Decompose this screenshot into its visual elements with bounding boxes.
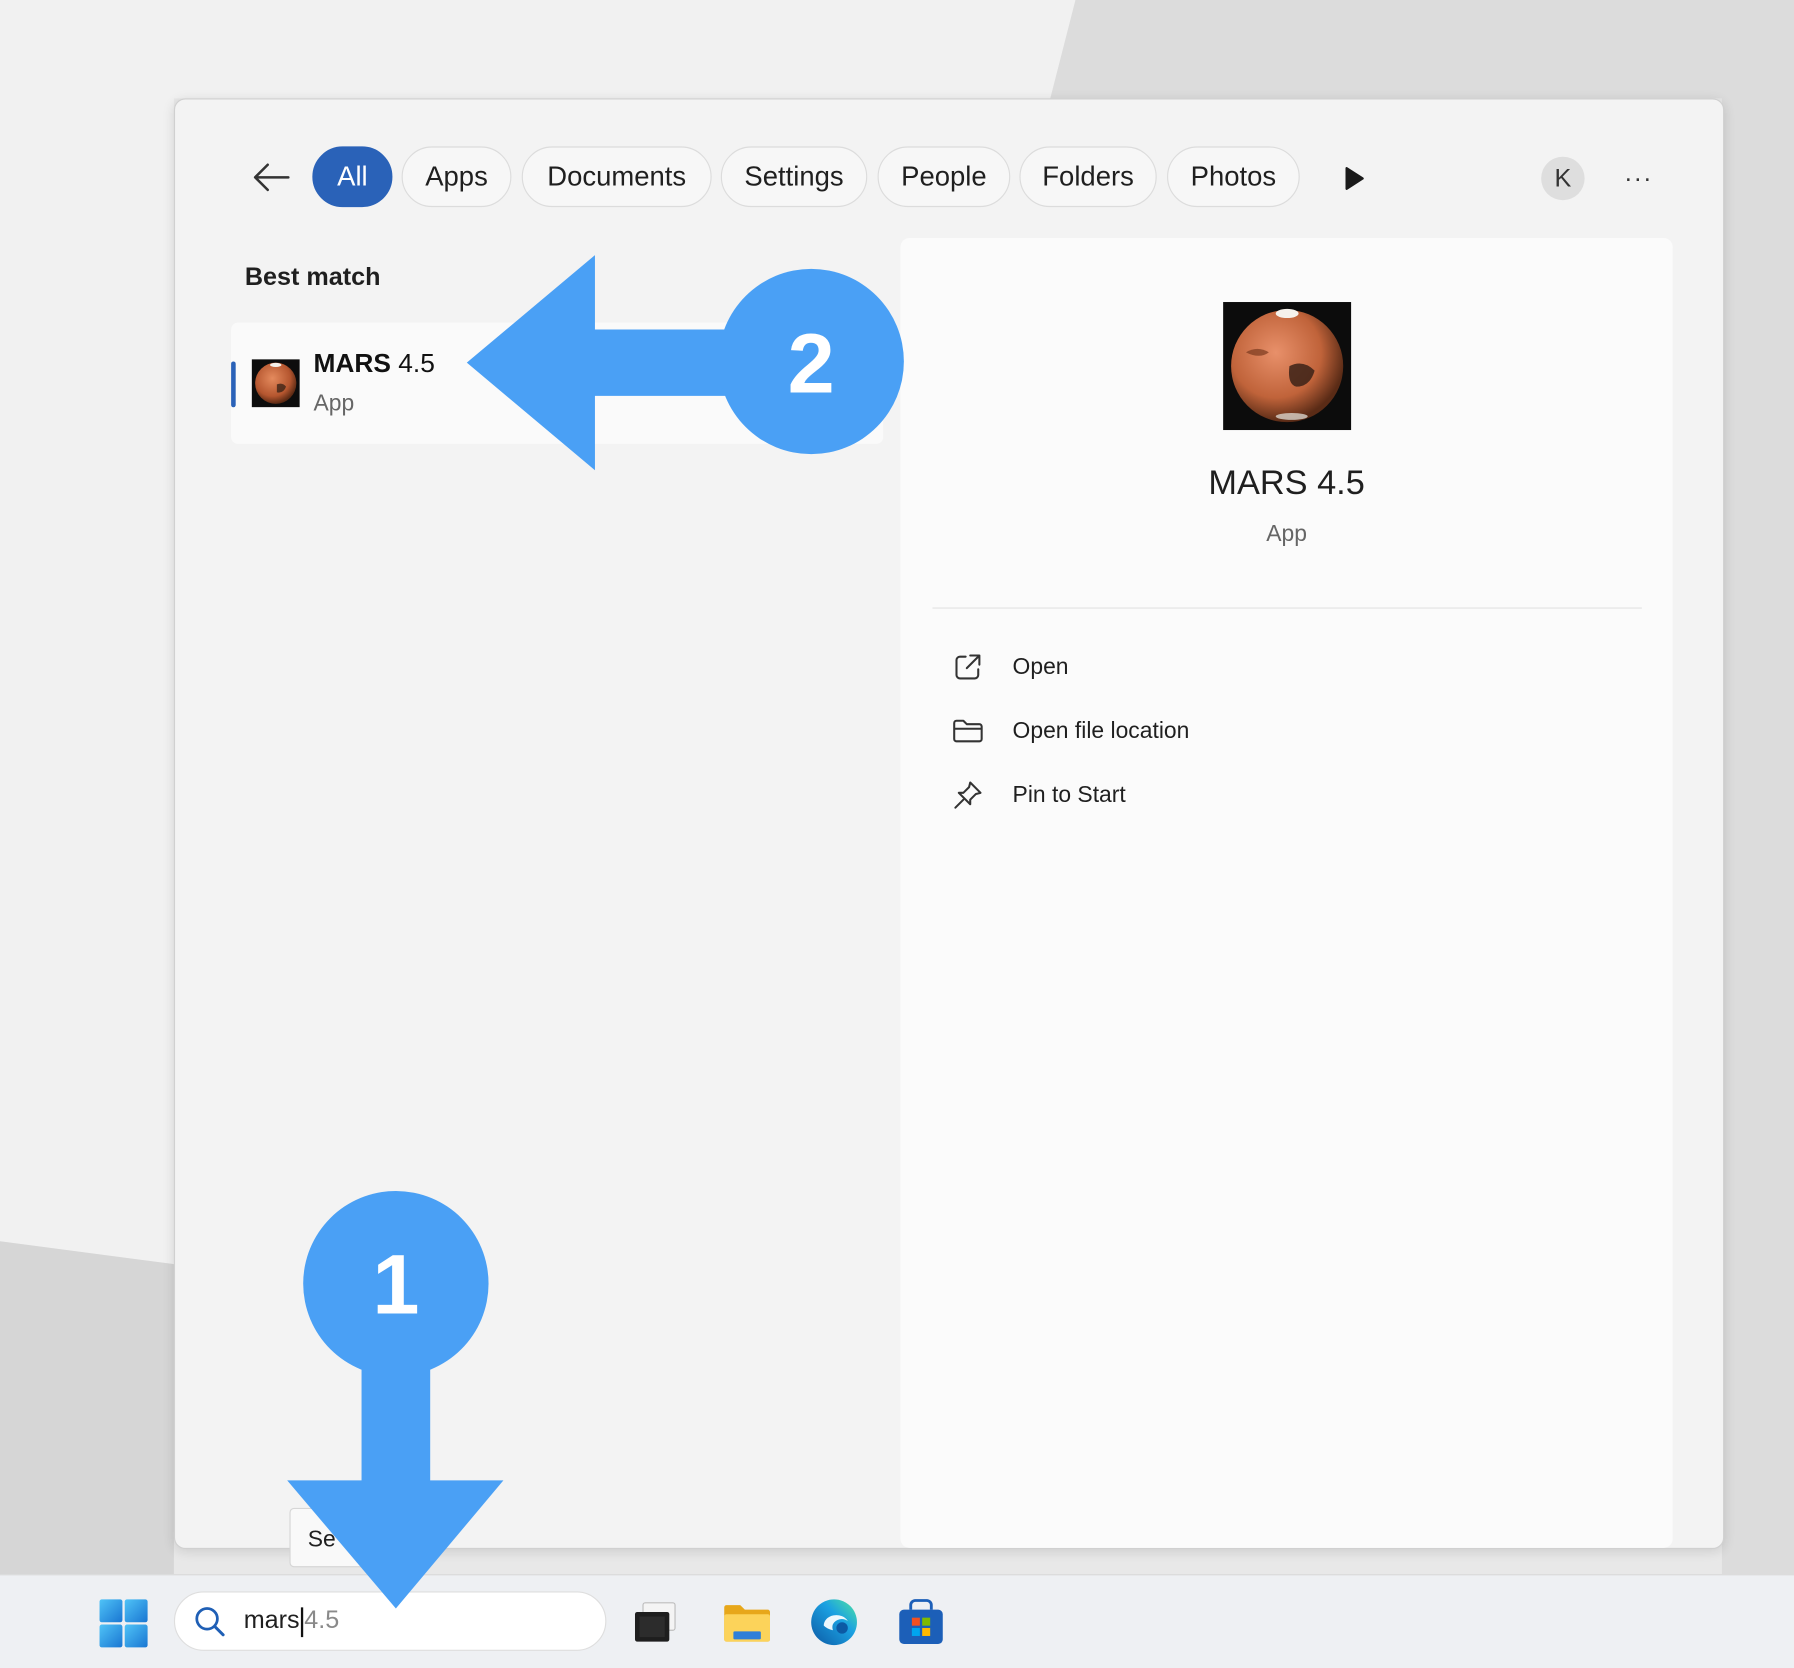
taskbar: mars 4.5	[0, 1574, 1794, 1668]
text-caret	[300, 1606, 304, 1637]
more-options-button[interactable]: ···	[1619, 161, 1658, 195]
annotation-number-2: 2	[787, 315, 835, 411]
search-icon	[195, 1607, 225, 1637]
detail-app-name: MARS 4.5	[1208, 464, 1365, 503]
search-tooltip: Se	[289, 1507, 427, 1568]
more-tabs-button[interactable]	[1340, 164, 1370, 194]
mars-app-large-icon	[1223, 302, 1352, 431]
edge-icon[interactable]	[808, 1596, 861, 1649]
action-pin-to-start[interactable]: Pin to Start	[951, 772, 1294, 818]
detail-app-type: App	[1266, 521, 1307, 547]
search-query: mars 4.5	[244, 1605, 340, 1637]
annotation-number-1: 1	[372, 1236, 420, 1332]
ellipsis-icon: ···	[1624, 163, 1653, 193]
tab-documents[interactable]: Documents	[521, 146, 712, 208]
result-name: MARS 4.5	[313, 347, 435, 378]
tab-settings[interactable]: Settings	[720, 146, 868, 208]
action-open-file-location[interactable]: Open file location	[951, 708, 1294, 754]
tab-apps[interactable]: Apps	[401, 146, 512, 208]
result-type: App	[313, 391, 355, 417]
screenshot-stage: All Apps Documents Settings People Folde…	[0, 0, 1794, 1668]
open-icon	[955, 654, 981, 680]
mars-app-icon	[251, 359, 300, 408]
details-pane: MARS 4.5 App Open Open file location Pin…	[900, 237, 1673, 1548]
task-view-icon[interactable]	[629, 1596, 682, 1649]
search-autocomplete: 4.5	[304, 1605, 340, 1635]
taskbar-search-box[interactable]: mars 4.5	[173, 1591, 607, 1651]
back-button[interactable]	[248, 154, 294, 200]
windows-start-icon[interactable]	[98, 1598, 148, 1648]
file-explorer-icon[interactable]	[721, 1596, 774, 1649]
pin-icon	[954, 781, 982, 809]
back-arrow-icon	[253, 163, 290, 192]
best-match-heading: Best match	[244, 261, 381, 291]
tab-all[interactable]: All	[312, 146, 393, 208]
detail-divider	[932, 607, 1642, 609]
folder-icon	[953, 719, 983, 743]
account-avatar[interactable]: K	[1541, 156, 1585, 201]
selection-indicator	[231, 361, 236, 408]
tab-people[interactable]: People	[877, 146, 1011, 208]
store-icon[interactable]	[895, 1596, 948, 1649]
tab-photos[interactable]: Photos	[1167, 146, 1300, 208]
tab-folders[interactable]: Folders	[1019, 146, 1157, 208]
action-open[interactable]: Open	[951, 644, 1294, 690]
play-arrow-icon	[1345, 167, 1364, 190]
